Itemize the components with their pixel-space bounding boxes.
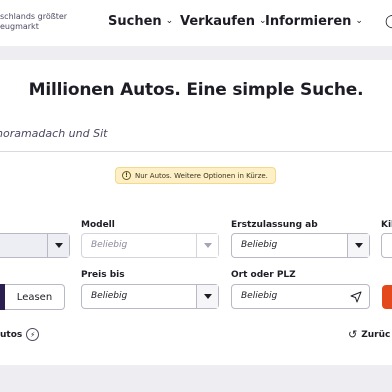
- nav-suchen-label: Suchen: [108, 14, 162, 29]
- chevron-down-icon: [47, 234, 69, 257]
- electric-filter[interactable]: utos ⚡: [0, 328, 40, 341]
- marke-select[interactable]: [0, 233, 70, 258]
- nav-verkaufen[interactable]: Verkaufen ⌄: [180, 14, 267, 29]
- nav-suchen[interactable]: Suchen ⌄: [108, 14, 173, 29]
- kilometer-select[interactable]: [381, 233, 392, 258]
- modell-value: Beliebig: [91, 240, 128, 250]
- brand-tagline: schlands größter eugmarkt: [0, 12, 67, 32]
- info-notice-text: Nur Autos. Weitere Optionen in Kürze.: [135, 171, 268, 180]
- electric-filter-label: utos: [0, 329, 23, 340]
- search-row: [0, 114, 392, 152]
- preis-label: Preis bis: [81, 270, 125, 280]
- user-icon: ◯: [385, 14, 392, 29]
- chevron-down-icon: ⌄: [165, 15, 174, 26]
- nav-informieren[interactable]: Informieren ⌄: [265, 14, 363, 29]
- chevron-down-icon: ⌄: [355, 15, 363, 26]
- tagline-line-1: schlands größter: [0, 12, 68, 21]
- nav-user-icon[interactable]: ◯: [385, 14, 392, 29]
- top-header: schlands größter eugmarkt Suchen ⌄ Verka…: [0, 0, 392, 46]
- info-icon: !: [122, 171, 131, 180]
- search-input[interactable]: [0, 122, 376, 144]
- buy-lease-toggle: Leasen: [0, 284, 65, 310]
- location-arrow-icon: [350, 291, 362, 303]
- reset-icon: ↻: [348, 328, 358, 341]
- preis-select[interactable]: Beliebig: [81, 284, 219, 309]
- search-card: Millionen Autos. Eine simple Suche. ! Nu…: [0, 60, 392, 365]
- plug-icon: ⚡: [26, 328, 40, 341]
- nav-informieren-label: Informieren: [265, 14, 352, 29]
- erstzulassung-label: Erstzulassung ab: [231, 220, 318, 230]
- chevron-down-icon: [196, 285, 218, 308]
- hero-title: Millionen Autos. Eine simple Suche.: [28, 80, 364, 100]
- tagline-line-2: eugmarkt: [0, 22, 39, 31]
- reset-button[interactable]: ↻ Zurüc: [348, 328, 390, 341]
- leasen-toggle-option[interactable]: Leasen: [5, 284, 65, 310]
- preis-value: Beliebig: [91, 291, 128, 301]
- erstzulassung-value: Beliebig: [241, 240, 278, 250]
- modell-label: Modell: [81, 220, 115, 230]
- chevron-down-icon: [196, 234, 218, 257]
- erstzulassung-select[interactable]: Beliebig: [231, 233, 370, 258]
- info-notice: ! Nur Autos. Weitere Optionen in Kürze.: [115, 167, 276, 184]
- kilometer-label: Kil: [381, 220, 392, 230]
- nav-verkaufen-label: Verkaufen: [180, 14, 255, 29]
- ort-input[interactable]: Beliebig: [231, 284, 370, 309]
- modell-select[interactable]: Beliebig: [81, 233, 219, 258]
- ort-label: Ort oder PLZ: [231, 270, 296, 280]
- chevron-down-icon: [347, 234, 369, 257]
- ort-placeholder: Beliebig: [241, 291, 278, 301]
- search-submit-button[interactable]: [382, 285, 392, 309]
- reset-label: Zurüc: [361, 329, 391, 340]
